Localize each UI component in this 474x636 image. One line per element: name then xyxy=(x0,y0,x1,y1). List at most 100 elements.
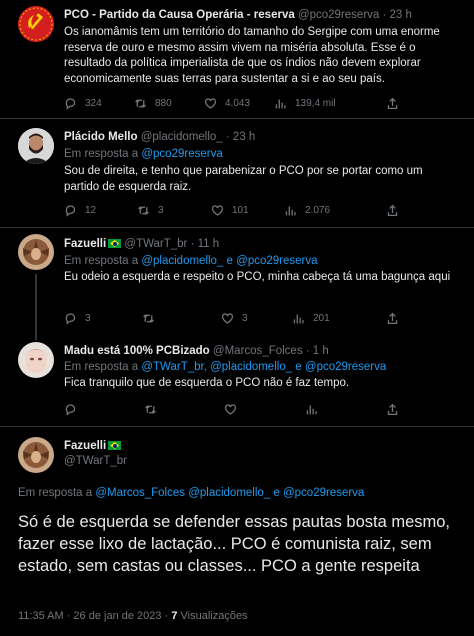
author-name[interactable]: Plácido Mello xyxy=(64,131,138,143)
share-icon xyxy=(387,97,398,110)
reply-count: 12 xyxy=(85,205,97,216)
like-button[interactable]: 3 xyxy=(221,312,248,325)
views-count: 2.076 xyxy=(305,205,331,216)
brazil-flag-icon xyxy=(108,239,122,248)
retweet-icon xyxy=(138,206,149,215)
retweet-button[interactable] xyxy=(144,403,157,416)
views-count: 201 xyxy=(313,313,330,324)
author-handle[interactable]: @TWarT_br xyxy=(64,455,127,467)
tweet-timestamp[interactable]: 11:35 AM · 26 de jan de 2023 · xyxy=(18,610,168,622)
share-button[interactable] xyxy=(386,312,399,325)
reply-button[interactable] xyxy=(64,403,77,416)
tweet-text: Eu odeio a esquerda e respeito o PCO, mi… xyxy=(64,271,451,283)
avatar[interactable] xyxy=(18,437,54,473)
thread-line xyxy=(35,332,37,340)
avatar[interactable] xyxy=(18,234,54,270)
person-photo-icon xyxy=(18,234,54,270)
reply-button[interactable]: 12 xyxy=(64,204,96,217)
reply-icon xyxy=(65,404,76,416)
author-name[interactable]: Madu está 100% PCBizado xyxy=(64,345,210,357)
share-icon xyxy=(387,204,398,217)
reply-context: Em resposta a @TWarT_br, @placidomello_ … xyxy=(64,360,386,375)
tweet-text: Os ianomâmis tem um território do tamanh… xyxy=(64,26,440,85)
tweet-meta: 11:35 AM · 26 de jan de 2023 · 7 Visuali… xyxy=(18,610,248,622)
tweet-time[interactable]: · 1 h xyxy=(306,345,329,357)
share-button[interactable] xyxy=(386,204,399,217)
like-button[interactable]: 4.043 xyxy=(204,97,250,110)
share-button[interactable] xyxy=(386,403,399,416)
author-name[interactable]: Fazuelli xyxy=(64,238,106,250)
retweet-count: 880 xyxy=(155,98,172,109)
tweet-pco[interactable]: PCO - Partido da Causa Operária - reserv… xyxy=(0,0,474,118)
tweet-actions: 3 3 201 xyxy=(64,312,460,326)
share-button[interactable] xyxy=(386,97,399,110)
author-handle[interactable]: @placidomello_ xyxy=(141,131,223,143)
views-chart-icon xyxy=(285,206,296,216)
like-button[interactable] xyxy=(224,403,237,416)
tweet-madu[interactable]: Madu está 100% PCBizado @Marcos_Folces ·… xyxy=(0,332,474,426)
main-tweet: Fazuelli @TWarT_br Em resposta a @Marcos… xyxy=(0,427,474,636)
avatar[interactable] xyxy=(18,128,54,164)
views-button[interactable]: 139,4 mil xyxy=(274,97,336,110)
views-chart-icon xyxy=(275,99,286,109)
reply-button[interactable]: 324 xyxy=(64,97,102,110)
tweet-text: Sou de direita, e tenho que parabenizar … xyxy=(64,165,423,193)
views-label: Visualizações xyxy=(180,610,248,622)
retweet-button[interactable]: 3 xyxy=(137,204,164,217)
share-icon xyxy=(387,403,398,416)
reply-mention-link[interactable]: @TWarT_br, @placidomello_ e @pco29reserv… xyxy=(141,361,386,373)
avatar[interactable] xyxy=(18,6,54,42)
hammer-sickle-logo-icon xyxy=(18,6,54,42)
reply-prefix: Em resposta a xyxy=(18,487,93,499)
reply-mention-link[interactable]: @placidomello_ e @pco29reserva xyxy=(141,255,317,267)
reply-icon xyxy=(65,205,76,217)
views-count: 139,4 mil xyxy=(295,98,336,109)
views-count: 7 xyxy=(171,610,178,622)
retweet-button[interactable] xyxy=(142,312,163,325)
heart-icon xyxy=(221,313,234,324)
retweet-count: 3 xyxy=(158,205,164,216)
retweet-button[interactable]: 880 xyxy=(134,97,172,110)
brazil-flag-icon xyxy=(108,441,122,450)
person-photo-icon xyxy=(18,128,54,164)
reply-mention-link[interactable]: @Marcos_Folces @placidomello_ e @pco29re… xyxy=(95,487,364,499)
thread-line xyxy=(35,274,37,336)
reply-count: 324 xyxy=(85,98,102,109)
like-count: 101 xyxy=(232,205,249,216)
person-photo-icon xyxy=(18,342,54,378)
reply-button[interactable]: 3 xyxy=(64,312,91,325)
reply-mention-link[interactable]: @pco29reserva xyxy=(141,148,222,160)
author-handle[interactable]: @Marcos_Folces xyxy=(213,345,303,357)
views-button[interactable]: 201 xyxy=(292,312,330,325)
like-count: 3 xyxy=(242,313,248,324)
author-name[interactable]: Fazuelli xyxy=(64,440,106,452)
views-button[interactable]: 2.076 xyxy=(284,204,330,217)
heart-icon xyxy=(211,205,224,216)
reply-context: Em resposta a @placidomello_ e @pco29res… xyxy=(64,254,318,269)
views-button[interactable] xyxy=(305,403,318,416)
tweet-time[interactable]: · 11 h xyxy=(191,238,220,250)
heart-icon xyxy=(224,404,237,415)
reply-prefix: Em resposta a xyxy=(64,361,139,373)
reply-prefix: Em resposta a xyxy=(64,148,139,160)
reply-count: 3 xyxy=(85,313,91,324)
tweet-text: Fica tranquilo que de esquerda o PCO não… xyxy=(64,377,350,389)
author-handle[interactable]: @TWarT_br xyxy=(124,238,187,250)
author-name[interactable]: PCO - Partido da Causa Operária - reserv… xyxy=(64,9,295,21)
tweet-time[interactable]: · 23 h xyxy=(226,131,255,143)
like-button[interactable]: 101 xyxy=(211,204,249,217)
reply-prefix: Em resposta a xyxy=(64,255,139,267)
tweet-actions: 324 880 4.043 139,4 mil xyxy=(64,97,460,111)
reply-context: Em resposta a @Marcos_Folces @placidomel… xyxy=(18,486,364,501)
tweet-fazuelli[interactable]: Fazuelli @TWarT_br · 11 h Em resposta a … xyxy=(0,228,474,336)
author-handle[interactable]: @pco29reserva xyxy=(298,9,379,21)
tweet-actions xyxy=(64,403,460,417)
views-chart-icon xyxy=(293,314,304,324)
reply-context: Em resposta a @pco29reserva xyxy=(64,147,223,162)
tweet-time[interactable]: · 23 h xyxy=(383,9,412,21)
reply-icon xyxy=(65,98,76,110)
avatar[interactable] xyxy=(18,342,54,378)
person-photo-icon xyxy=(18,437,54,473)
tweet-placido[interactable]: Plácido Mello @placidomello_ · 23 h Em r… xyxy=(0,119,474,227)
reply-icon xyxy=(65,313,76,325)
